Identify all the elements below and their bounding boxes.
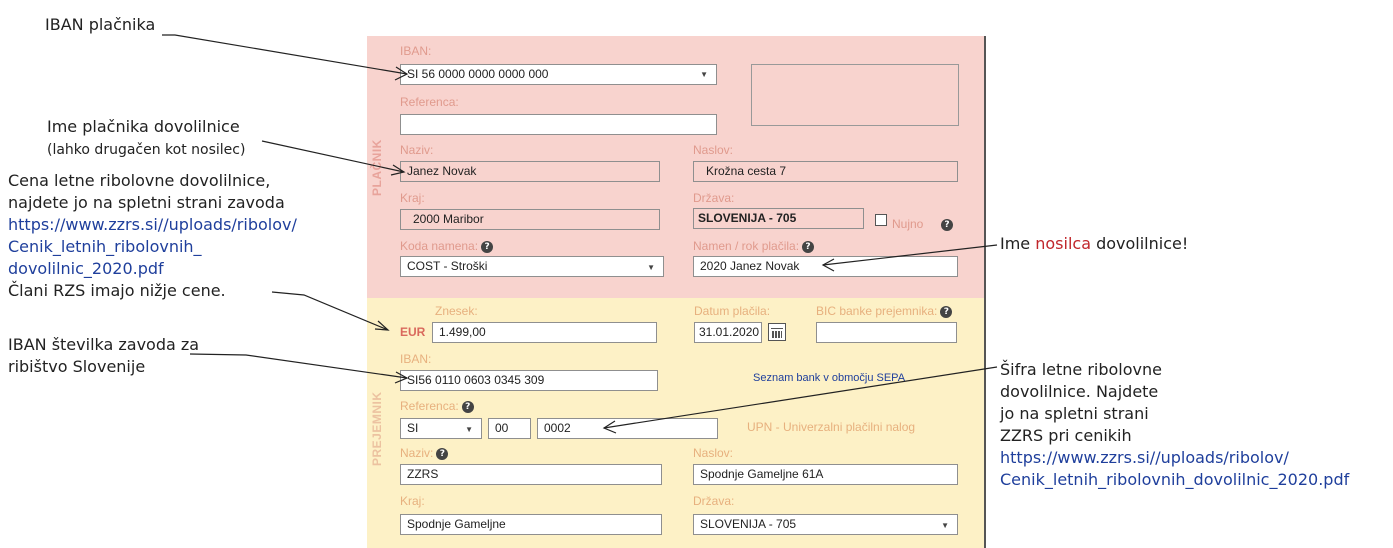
reference-part1-input[interactable]: 00 bbox=[488, 418, 531, 439]
help-icon[interactable]: ? bbox=[461, 400, 474, 413]
sepa-banks-link[interactable]: Seznam bank v območju SEPA bbox=[753, 372, 905, 384]
annotation-code-line3: jo na spletni strani bbox=[1000, 404, 1149, 423]
payee-country-value: SLOVENIJA - 705 bbox=[700, 517, 797, 531]
payee-address-label: Naslov: bbox=[693, 446, 734, 460]
reference-part2-input[interactable]: 0002 bbox=[537, 418, 718, 439]
annotation-code-link-1[interactable]: https://www.zzrs.si//uploads/ribolov/ bbox=[1000, 447, 1289, 469]
payee-reference-label-row: Referenca:? bbox=[400, 399, 474, 413]
bic-input[interactable] bbox=[816, 322, 957, 343]
annotation-code-line4: ZZRS pri cenikih bbox=[1000, 426, 1132, 445]
date-input[interactable]: 31.01.2020 bbox=[694, 322, 762, 343]
annotation-price-link-1[interactable]: https://www.zzrs.si//uploads/ribolov/ bbox=[8, 214, 297, 236]
chevron-down-icon: ▼ bbox=[465, 425, 473, 434]
annotation-iban-institute: IBAN številka zavoda za bbox=[8, 335, 200, 354]
payer-reference-label: Referenca: bbox=[400, 95, 459, 109]
annotation-payer-name: Ime plačnika dovolilnice bbox=[47, 117, 240, 136]
payer-name-label: Naziv: bbox=[400, 143, 434, 157]
payee-city-label: Kraj: bbox=[400, 494, 425, 508]
payee-section: PREJEMNIK Znesek: EUR 1.499,00 Datum pla… bbox=[367, 298, 984, 548]
annotation-holder-highlight: nosilca bbox=[1035, 234, 1091, 253]
chevron-down-icon: ▼ bbox=[647, 263, 655, 272]
payee-iban-label: IBAN: bbox=[400, 352, 432, 366]
payer-city-input[interactable]: 2000 Maribor bbox=[400, 209, 660, 230]
upn-label: UPN - Univerzalni plačilni nalog bbox=[747, 420, 916, 434]
payer-side-label: PLAČNIK bbox=[370, 139, 384, 196]
payer-country-input[interactable]: SLOVENIJA - 705 bbox=[693, 208, 864, 229]
payee-country-select[interactable]: SLOVENIJA - 705 ▼ bbox=[693, 514, 958, 535]
annotation-iban-institute-2: ribištvo Slovenije bbox=[8, 357, 146, 376]
payer-address-label: Naslov: bbox=[693, 143, 734, 157]
purpose-code-label: Koda namena: bbox=[400, 239, 479, 253]
bic-label: BIC banke prejemnika: bbox=[816, 304, 938, 318]
calendar-icon[interactable] bbox=[768, 323, 786, 341]
urgent-label: Nujno bbox=[892, 217, 924, 231]
annotation-price-members: Člani RZS imajo nižje cene. bbox=[8, 281, 226, 300]
upn-payment-form: PLAČNIK IBAN: SI 56 0000 0000 0000 000 ▼… bbox=[367, 36, 986, 548]
payer-country-label: Država: bbox=[693, 191, 735, 205]
amount-label: Znesek: bbox=[435, 304, 478, 318]
payee-iban-input[interactable]: SI56 0110 0603 0345 309 bbox=[400, 370, 658, 391]
payer-address-input[interactable]: Krožna cesta 7 bbox=[693, 161, 958, 182]
purpose-label: Namen / rok plačila: bbox=[693, 239, 800, 253]
payer-iban-value: SI 56 0000 0000 0000 000 bbox=[407, 67, 549, 81]
qr-code-area bbox=[751, 64, 959, 126]
purpose-code-label-row: Koda namena:? bbox=[400, 239, 494, 253]
payee-side-label: PREJEMNIK bbox=[370, 391, 384, 466]
payee-name-label: Naziv: bbox=[400, 446, 434, 460]
payer-reference-input[interactable] bbox=[400, 114, 717, 135]
help-icon[interactable]: ? bbox=[802, 240, 815, 253]
annotation-payer-name-note: (lahko drugačen kot nosilec) bbox=[47, 142, 246, 158]
reference-model-value: SI bbox=[407, 421, 419, 435]
help-icon[interactable]: ? bbox=[941, 219, 953, 231]
payer-iban-label: IBAN: bbox=[400, 44, 432, 58]
chevron-down-icon: ▼ bbox=[700, 70, 708, 79]
payee-country-label: Država: bbox=[693, 494, 735, 508]
bic-label-row: BIC banke prejemnika:? bbox=[816, 304, 953, 318]
annotation-code-line2: dovolilnice. Najdete bbox=[1000, 382, 1159, 401]
payee-address-input[interactable]: Spodnje Gameljne 61A bbox=[693, 464, 958, 485]
help-icon[interactable]: ? bbox=[436, 447, 449, 460]
annotation-holder-name: Ime nosilca dovolilnice! bbox=[1000, 233, 1188, 255]
purpose-code-select[interactable]: COST - Stroški ▼ bbox=[400, 256, 664, 277]
currency-label: EUR bbox=[400, 325, 426, 339]
help-icon[interactable]: ? bbox=[940, 305, 953, 318]
payee-name-label-row: Naziv:? bbox=[400, 446, 449, 460]
chevron-down-icon: ▼ bbox=[941, 521, 949, 530]
payer-iban-select[interactable]: SI 56 0000 0000 0000 000 ▼ bbox=[400, 64, 717, 85]
annotation-price-line1: Cena letne ribolovne dovolilnice, bbox=[8, 171, 271, 190]
payer-name-input[interactable]: Janez Novak bbox=[400, 161, 660, 182]
annotation-price-link-2[interactable]: Cenik_letnih_ribolovnih_ bbox=[8, 236, 202, 258]
urgent-checkbox[interactable] bbox=[875, 214, 887, 226]
annotation-price-line2: najdete jo na spletni strani zavoda bbox=[8, 193, 285, 212]
purpose-input[interactable]: 2020 Janez Novak bbox=[693, 256, 958, 277]
annotation-price-link-3[interactable]: dovolilnic_2020.pdf bbox=[8, 258, 164, 280]
purpose-code-value: COST - Stroški bbox=[407, 259, 488, 273]
annotation-iban-payer: IBAN plačnika bbox=[45, 15, 156, 34]
annotation-code-line1: Šifra letne ribolovne bbox=[1000, 360, 1162, 379]
annotation-holder-pre: Ime bbox=[1000, 234, 1036, 253]
reference-model-select[interactable]: SI ▼ bbox=[400, 418, 482, 439]
annotation-code-link-2[interactable]: Cenik_letnih_ribolovnih_dovolilnic_2020.… bbox=[1000, 469, 1349, 491]
amount-input[interactable]: 1.499,00 bbox=[432, 322, 657, 343]
date-label: Datum plačila: bbox=[694, 304, 771, 318]
payee-name-input[interactable]: ZZRS bbox=[400, 464, 662, 485]
payee-reference-label: Referenca: bbox=[400, 399, 459, 413]
help-icon[interactable]: ? bbox=[481, 240, 494, 253]
payer-city-label: Kraj: bbox=[400, 191, 425, 205]
payee-city-input[interactable]: Spodnje Gameljne bbox=[400, 514, 662, 535]
annotation-holder-post: dovolilnice! bbox=[1091, 234, 1189, 253]
payer-section: PLAČNIK IBAN: SI 56 0000 0000 0000 000 ▼… bbox=[367, 36, 984, 298]
purpose-label-row: Namen / rok plačila:? bbox=[693, 239, 815, 253]
